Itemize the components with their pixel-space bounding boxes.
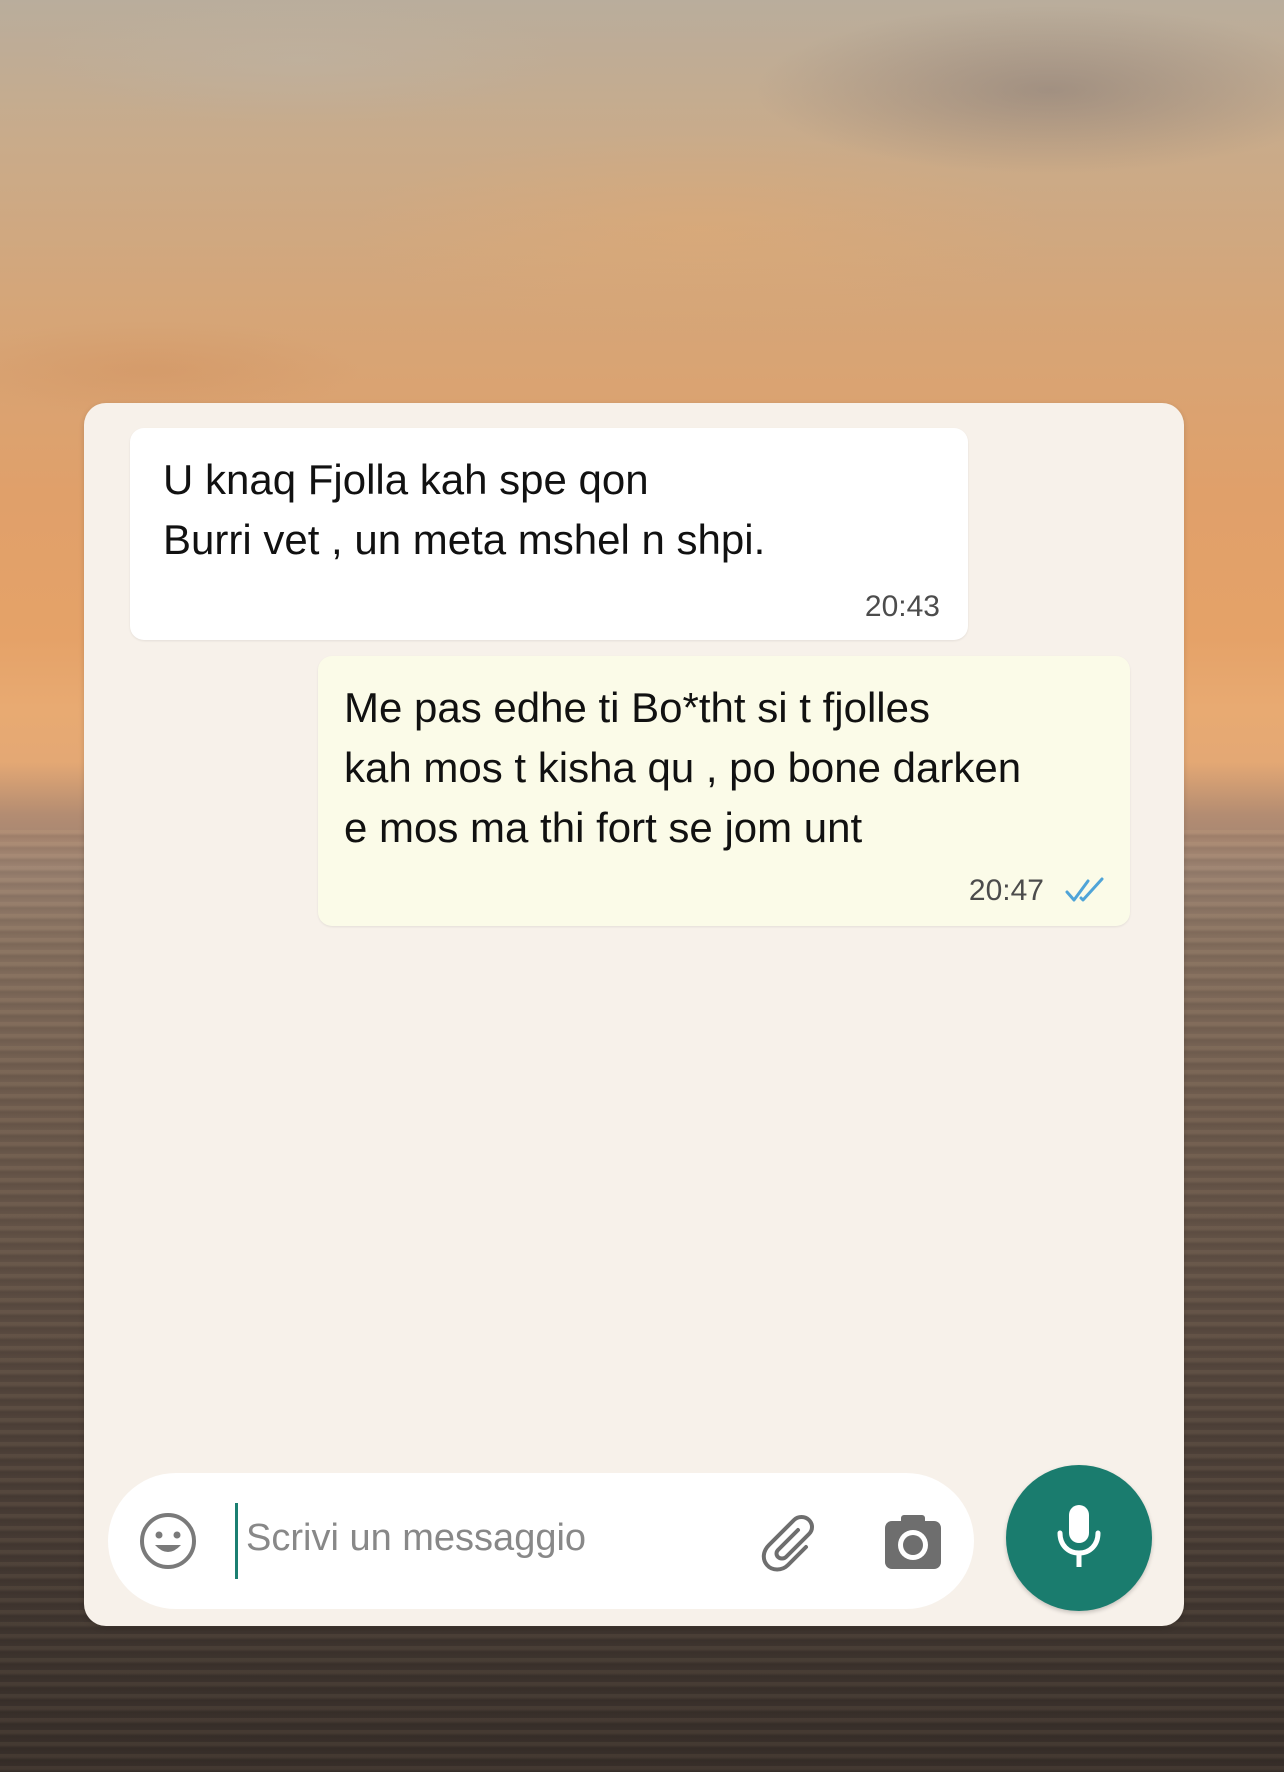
message-composer[interactable]: Scrivi un messaggio xyxy=(108,1473,974,1609)
emoji-icon[interactable] xyxy=(138,1511,198,1571)
message-outgoing[interactable]: Me pas edhe ti Bo*tht si t fjolles kah m… xyxy=(318,656,1130,926)
camera-icon[interactable] xyxy=(883,1513,943,1571)
paperclip-icon[interactable] xyxy=(760,1511,824,1575)
message-time: 20:47 xyxy=(968,874,1044,907)
message-text: U knaq Fjolla kah spe qon Burri vet , un… xyxy=(163,456,766,563)
message-incoming[interactable]: U knaq Fjolla kah spe qon Burri vet , un… xyxy=(130,428,968,640)
double-check-icon xyxy=(1065,877,1104,902)
text-cursor xyxy=(235,1503,238,1579)
message-time: 20:43 xyxy=(864,590,940,623)
message-input[interactable]: Scrivi un messaggio xyxy=(246,1517,586,1560)
voice-record-button[interactable] xyxy=(1006,1465,1152,1611)
microphone-icon xyxy=(1057,1505,1101,1567)
message-text: Me pas edhe ti Bo*tht si t fjolles kah m… xyxy=(344,684,1022,851)
